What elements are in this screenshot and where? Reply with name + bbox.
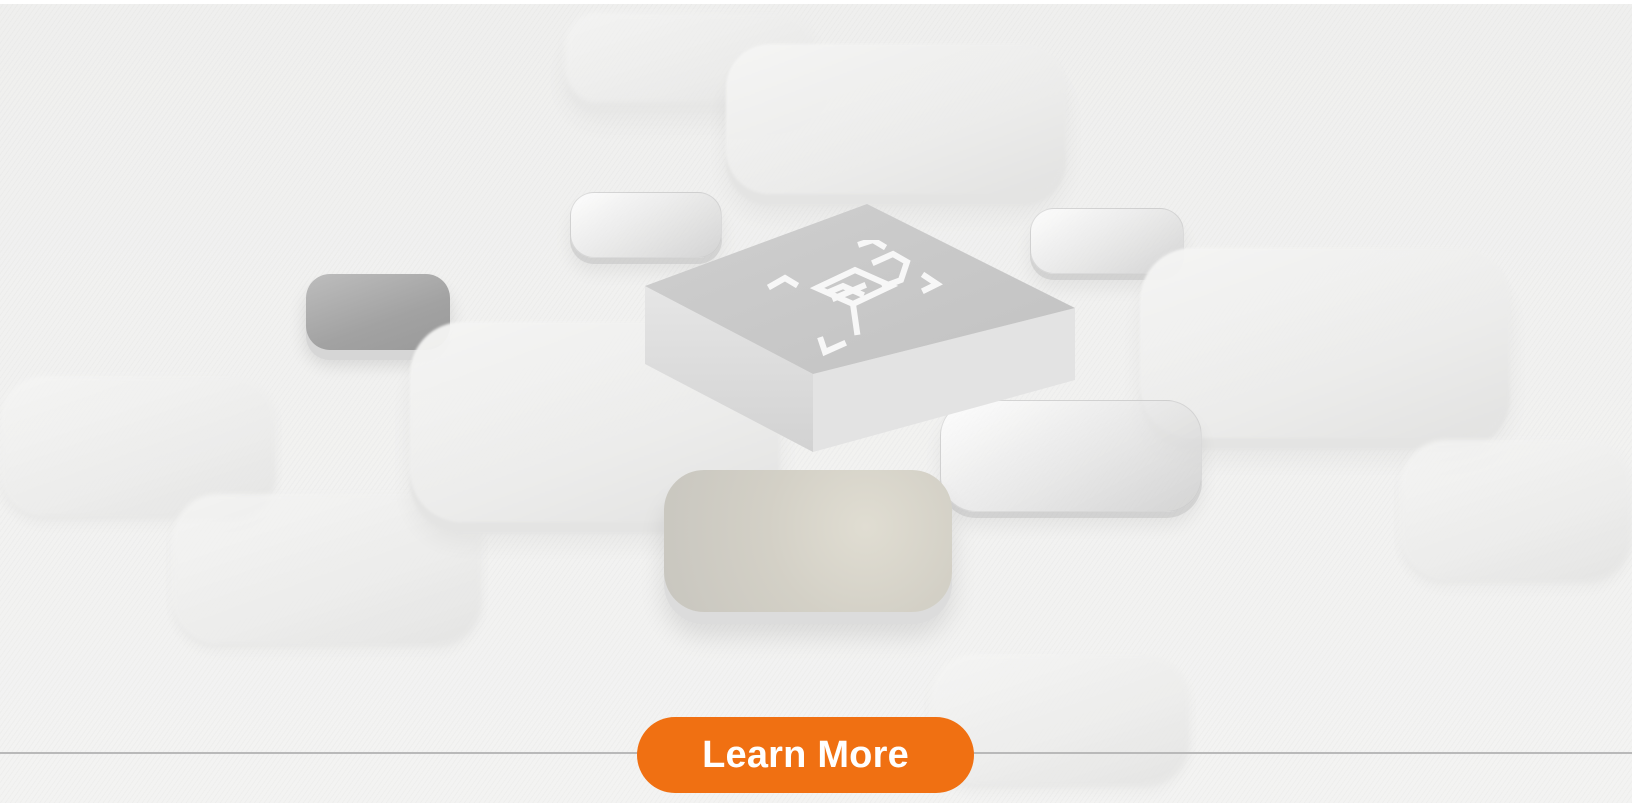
background-tile	[1140, 248, 1510, 438]
scan-document-icon	[766, 240, 943, 357]
learn-more-button[interactable]: Learn More	[637, 717, 974, 793]
hero-banner: Learn More	[0, 4, 1632, 803]
background-tile	[1400, 440, 1632, 580]
background-tile	[172, 494, 482, 644]
metallic-tile	[664, 470, 952, 612]
background-tile	[726, 44, 1066, 194]
center-key-block	[645, 204, 1075, 454]
